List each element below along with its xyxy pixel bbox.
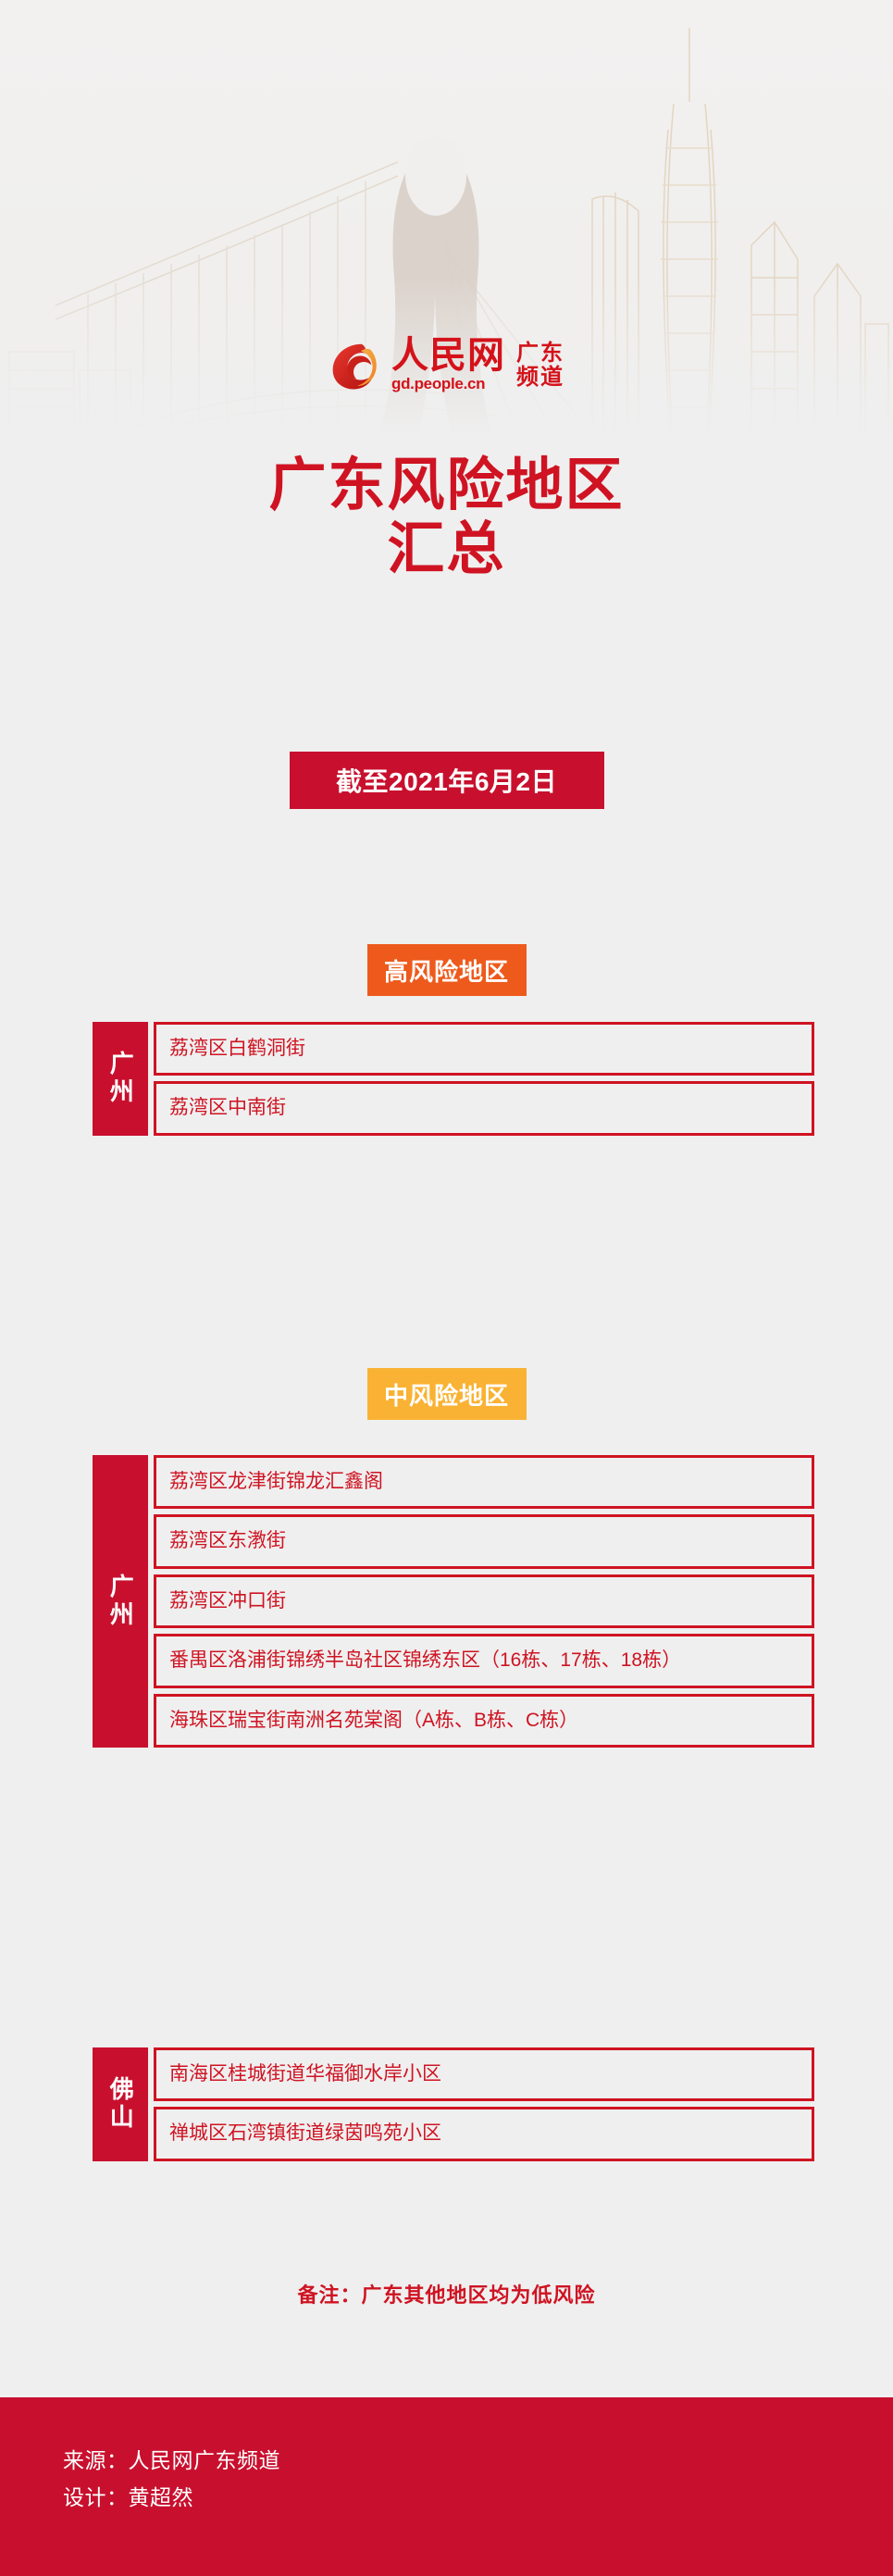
footer-designer: 设计：黄超然 (63, 2485, 193, 2510)
logo-channel: 广东 频道 (516, 342, 564, 390)
logo-channel-line2: 频道 (516, 365, 564, 390)
date-banner-label: 截至2021年6月2日 (336, 767, 557, 796)
date-banner: 截至2021年6月2日 (289, 752, 604, 809)
footer-bar: 来源：人民网广东频道 设计：黄超然 (0, 2397, 893, 2576)
risk-row-list-mid-foshan: 南海区桂城街道华福御水岸小区 禅城区石湾镇街道绿茵鸣苑小区 (154, 2047, 814, 2161)
city-tab-foshan-mid-label: 佛山 (106, 2076, 135, 2133)
city-tab-guangzhou-high-label: 广州 (106, 1051, 135, 1107)
risk-row[interactable]: 南海区桂城街道华福御水岸小区 (154, 2047, 814, 2102)
logo-name-cn: 人民网 (391, 334, 505, 376)
section-header-mid-risk: 中风险地区 (366, 1368, 527, 1420)
risk-row[interactable]: 荔湾区白鹤洞街 (154, 1022, 814, 1076)
people-cn-swirl-logo-icon (332, 343, 377, 390)
risk-row[interactable]: 海珠区瑞宝街南洲名苑棠阁（A栋、B栋、C栋） (154, 1693, 814, 1748)
page-title: 广东风险地区 汇总 (0, 454, 893, 582)
page-title-line1: 广东风险地区 (268, 454, 625, 517)
city-tab-guangzhou-mid: 广州 (93, 1455, 148, 1748)
risk-row[interactable]: 番禺区洛浦街锦绣半岛社区锦绣东区（16栋、17栋、18栋） (154, 1634, 814, 1688)
risk-row[interactable]: 荔湾区中南街 (154, 1081, 814, 1136)
risk-row-list-high-guangzhou: 荔湾区白鹤洞街 荔湾区中南街 (154, 1022, 814, 1136)
section-header-high-risk-label: 高风险地区 (383, 957, 509, 986)
footer-source: 来源：人民网广东频道 (63, 2448, 280, 2472)
infographic-poster: 人民网 gd.people.cn 广东 频道 广东风险地区 汇总 截至2021年… (0, 0, 893, 2576)
section-header-high-risk: 高风险地区 (366, 944, 527, 996)
city-tab-guangzhou-mid-label: 广州 (106, 1574, 135, 1630)
risk-row[interactable]: 荔湾区东漖街 (154, 1514, 814, 1569)
risk-group-mid-foshan: 佛山 南海区桂城街道华福御水岸小区 禅城区石湾镇街道绿茵鸣苑小区 (93, 2047, 814, 2161)
section-header-mid-risk-label: 中风险地区 (383, 1381, 509, 1410)
page-title-line2: 汇总 (387, 517, 506, 582)
risk-group-high-guangzhou: 广州 荔湾区白鹤洞街 荔湾区中南街 (93, 1022, 814, 1136)
risk-row[interactable]: 禅城区石湾镇街道绿茵鸣苑小区 (154, 2107, 814, 2161)
risk-group-mid-guangzhou: 广州 荔湾区龙津街锦龙汇鑫阁 荔湾区东漖街 荔湾区冲口街 番禺区洛浦街锦绣半岛社… (93, 1455, 814, 1748)
city-tab-foshan-mid: 佛山 (93, 2047, 148, 2161)
logo-domain: gd.people.cn (391, 375, 486, 392)
logo-channel-line1: 广东 (516, 341, 564, 367)
risk-row[interactable]: 荔湾区冲口街 (154, 1574, 814, 1629)
logo-text: 人民网 gd.people.cn (391, 334, 505, 393)
footnote: 备注：广东其他地区均为低风险 (297, 2284, 596, 2307)
risk-row-list-mid-guangzhou: 荔湾区龙津街锦龙汇鑫阁 荔湾区东漖街 荔湾区冲口街 番禺区洛浦街锦绣半岛社区锦绣… (154, 1455, 814, 1748)
risk-row[interactable]: 荔湾区龙津街锦龙汇鑫阁 (154, 1455, 814, 1510)
city-tab-guangzhou-high: 广州 (93, 1022, 148, 1136)
site-logo[interactable]: 人民网 gd.people.cn 广东 频道 (0, 329, 893, 403)
